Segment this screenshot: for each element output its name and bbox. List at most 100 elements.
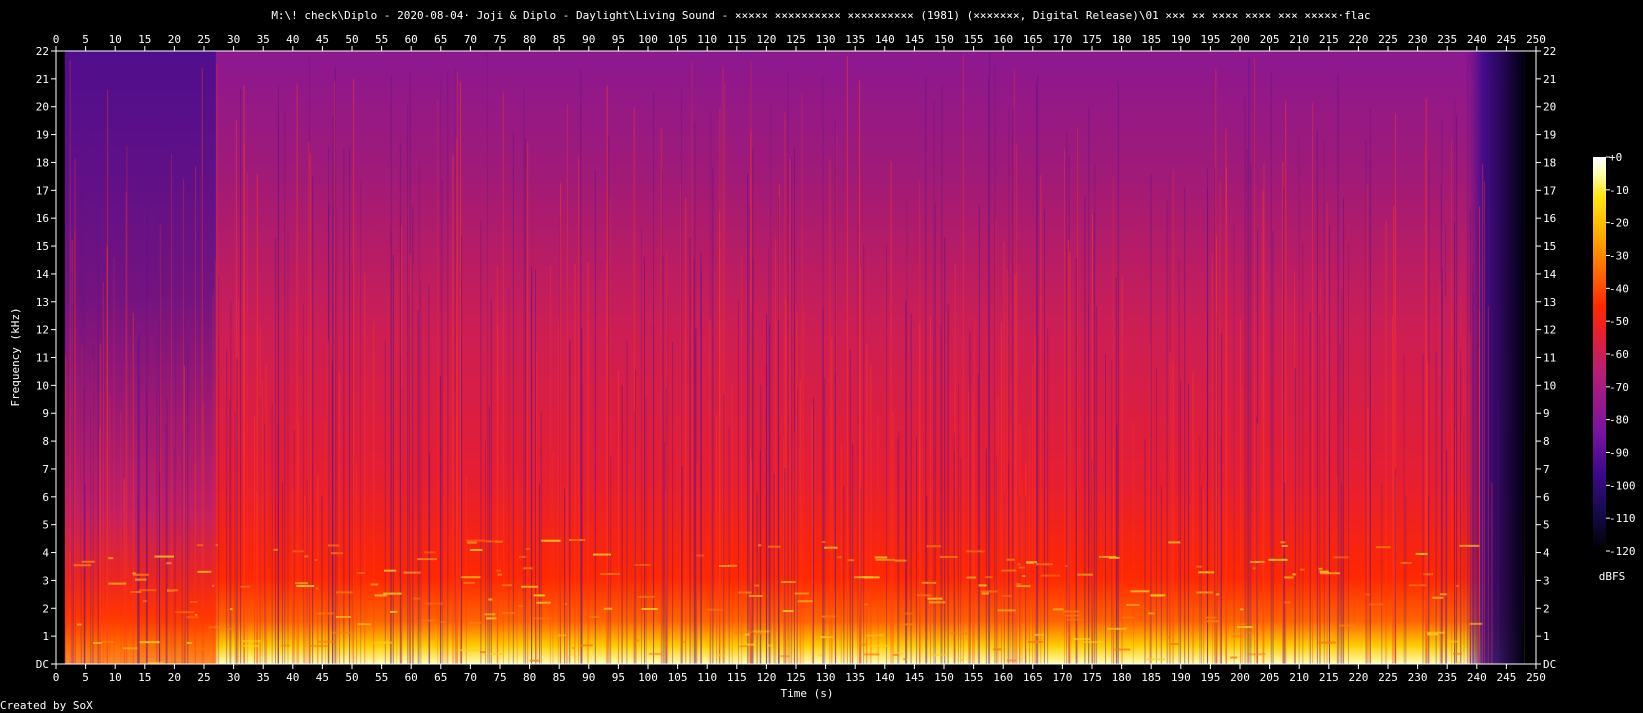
y-axis-ticks-left: DC12345678910111213141516171819202122 [36,45,56,671]
y-tick-label-right: 1 [1543,630,1550,643]
harmonic-band [929,653,947,656]
y-axis-label: Frequency (kHz) [9,307,22,406]
harmonic-band [488,598,493,601]
x-tick-label-bottom: 50 [345,671,358,684]
x-tick-label-top: 115 [727,33,747,46]
harmonic-band [781,581,796,584]
x-tick-label-bottom: 250 [1526,671,1546,684]
harmonic-band [568,539,586,542]
harmonic-band [636,595,655,598]
x-tick-label-top: 60 [405,33,418,46]
harmonic-band [1017,563,1021,566]
y-tick-label-left: 15 [36,240,49,253]
x-tick-label-bottom: 25 [197,671,210,684]
harmonic-band [403,571,421,574]
x-tick-label-bottom: 20 [168,671,181,684]
harmonic-band [1240,608,1244,611]
harmonic-band [1426,631,1446,634]
harmonic-band [215,544,219,547]
y-tick-label-right: 8 [1543,435,1550,448]
harmonic-band [1196,591,1214,594]
harmonic-band [532,617,551,620]
harmonic-band [874,556,888,559]
harmonic-band [1369,603,1384,606]
harmonic-band [1448,640,1459,643]
x-tick-label-top: 215 [1319,33,1339,46]
harmonic-band [821,615,836,618]
colorbar-tick-label: -90 [1609,447,1629,460]
harmonic-band [468,621,482,624]
x-tick-label-bottom: 210 [1289,671,1309,684]
harmonic-band [593,553,612,556]
y-tick-label-right: 3 [1543,574,1550,587]
x-tick-label-top: 0 [53,33,60,46]
harmonic-band [102,640,114,643]
harmonic-band [93,641,103,644]
harmonic-band [133,573,149,576]
x-tick-label-bottom: 165 [1023,671,1043,684]
harmonic-band [390,610,398,613]
harmonic-band [1168,541,1181,544]
footer-credit: Created by SoX [0,699,93,712]
harmonic-band [728,564,738,567]
harmonic-band [186,642,193,645]
x-tick-label-top: 135 [845,33,865,46]
harmonic-band [1432,596,1444,599]
x-tick-label-bottom: 65 [434,671,447,684]
harmonic-band [1281,544,1288,547]
chart-title: M:\! check\Diplo - 2020-08-04· Joji & Di… [271,9,1370,22]
y-tick-label-left: 3 [42,574,49,587]
y-tick-label-left: 10 [36,379,49,392]
harmonic-band [1146,658,1166,661]
harmonic-band [370,583,379,586]
y-tick-label-left: 1 [42,630,49,643]
harmonic-band [357,623,372,626]
harmonic-band [1064,564,1068,567]
harmonic-band [196,544,204,547]
harmonic-band [1284,576,1294,579]
plot-area [55,50,1537,665]
harmonic-band [926,545,942,548]
harmonic-band [1040,574,1060,577]
y-tick-label-right: 22 [1543,45,1556,58]
x-tick-label-top: 150 [934,33,954,46]
harmonic-band [641,608,658,611]
colorbar-ticks: +0 -10 -20 -30 -40 -50 -60 -70 -80 -90 -100 -110 -12… [1606,151,1636,558]
harmonic-band [603,607,613,610]
y-tick-label-left: 7 [42,463,49,476]
harmonic-band [564,603,567,606]
y-tick-label-left: 22 [36,45,49,58]
harmonic-band [479,651,486,654]
harmonic-band [356,572,365,575]
x-tick-label-bottom: 185 [1141,671,1161,684]
harmonic-band [139,641,160,644]
x-tick-label-top: 110 [697,33,717,46]
harmonic-band [1001,594,1012,597]
harmonic-band [242,640,262,643]
harmonic-band [557,634,567,637]
harmonic-band [73,564,92,567]
harmonic-band [1006,558,1015,561]
harmonic-band [154,555,174,558]
x-tick-label-top: 200 [1230,33,1250,46]
harmonic-band [1053,608,1064,611]
harmonic-band [718,565,730,568]
harmonic-band [240,585,251,588]
x-tick-label-bottom: 100 [638,671,658,684]
harmonic-band [130,591,142,594]
x-tick-label-bottom: 105 [668,671,688,684]
harmonic-band [1459,544,1480,547]
x-tick-label-top: 50 [345,33,358,46]
harmonic-band [757,544,762,547]
harmonic-band [904,612,913,615]
x-tick-label-bottom: 140 [875,671,895,684]
harmonic-band [782,610,794,613]
y-tick-label-left: 6 [42,491,49,504]
x-tick-label-bottom: 120 [756,671,776,684]
y-tick-label-right: 17 [1543,184,1556,197]
y-tick-label-left: 17 [36,184,49,197]
x-tick-label-bottom: 35 [257,671,270,684]
harmonic-band [315,612,334,615]
harmonic-band [486,617,497,620]
harmonic-band [1456,661,1461,664]
